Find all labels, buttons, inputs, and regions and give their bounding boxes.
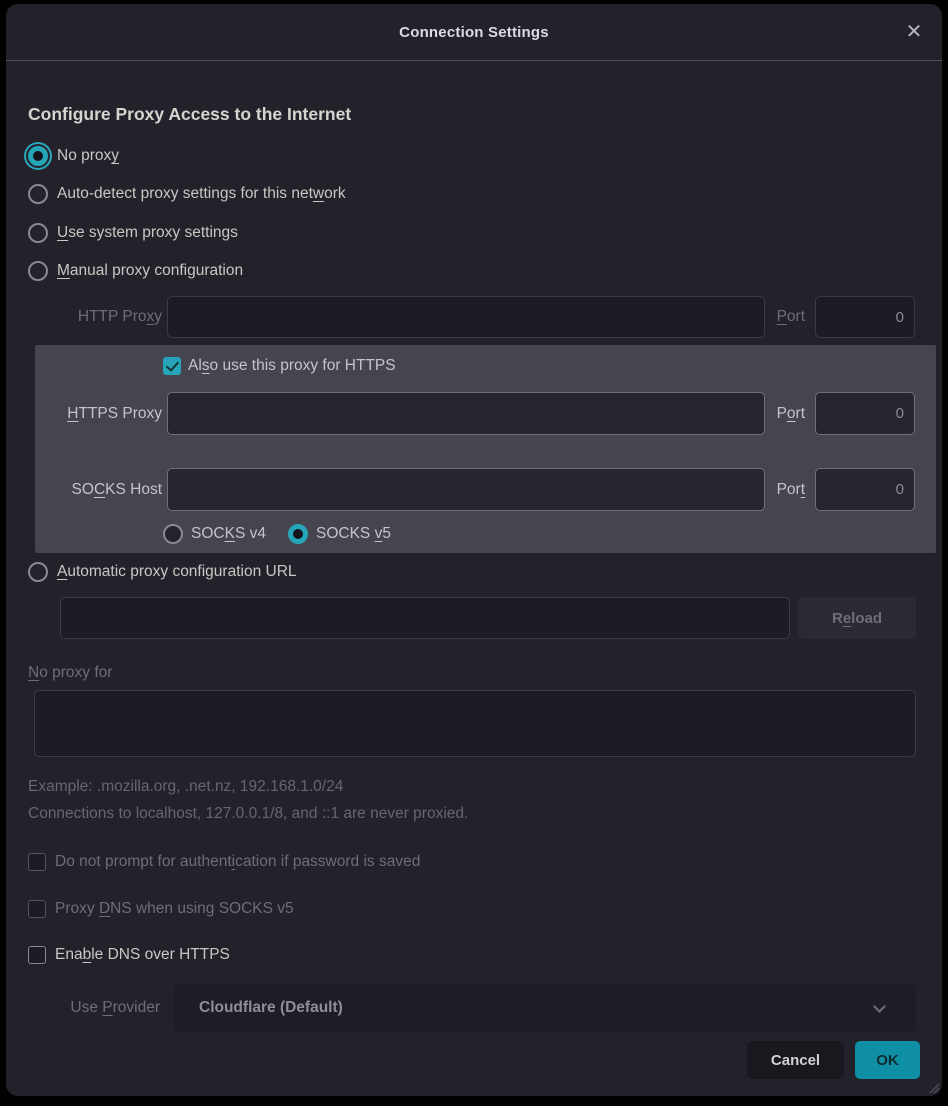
radio-icon bbox=[28, 223, 48, 243]
radio-use-system[interactable]: Use system proxy settings bbox=[28, 219, 238, 247]
https-port-input[interactable] bbox=[815, 392, 915, 435]
provider-selected-value: Cloudflare (Default) bbox=[199, 999, 343, 1017]
dialog-title: Connection Settings bbox=[399, 24, 549, 41]
no-proxy-for-textarea[interactable] bbox=[34, 690, 916, 757]
https-proxy-label: HTTPS Proxy bbox=[28, 392, 162, 435]
checkbox-icon bbox=[28, 900, 46, 918]
cancel-button[interactable]: Cancel bbox=[747, 1041, 844, 1079]
automatic-proxy-label: Automatic proxy configuration URL bbox=[57, 563, 297, 581]
no-proxy-note-text: Connections to localhost, 127.0.0.1/8, a… bbox=[28, 805, 468, 823]
chevron-down-icon bbox=[873, 1000, 886, 1013]
resize-grip[interactable] bbox=[924, 1078, 940, 1094]
checkbox-proxy-dns[interactable]: Proxy DNS when using SOCKS v5 bbox=[28, 896, 294, 922]
no-proxy-for-label: No proxy for bbox=[28, 661, 112, 685]
radio-icon bbox=[163, 524, 183, 544]
socks-port-input[interactable] bbox=[815, 468, 915, 511]
provider-select[interactable]: Cloudflare (Default) bbox=[173, 984, 916, 1032]
proxy-dns-label: Proxy DNS when using SOCKS v5 bbox=[55, 900, 294, 918]
radio-socks-v5[interactable]: SOCKS v5 bbox=[288, 522, 391, 546]
socks-v4-label: SOCKS v4 bbox=[191, 525, 266, 543]
checkbox-icon bbox=[28, 853, 46, 871]
http-port-label: Port bbox=[739, 296, 805, 338]
close-icon[interactable]: ✕ bbox=[900, 17, 928, 45]
socks-host-input[interactable] bbox=[167, 468, 765, 511]
radio-manual-proxy[interactable]: Manual proxy configuration bbox=[28, 257, 243, 285]
radio-manual-proxy-label: Manual proxy configuration bbox=[57, 262, 243, 280]
http-proxy-input[interactable] bbox=[167, 296, 765, 338]
socks-port-label: Port bbox=[739, 468, 805, 511]
reload-button[interactable]: Reload bbox=[798, 597, 916, 639]
radio-icon bbox=[28, 562, 48, 582]
ok-button[interactable]: OK bbox=[855, 1041, 920, 1079]
radio-socks-v4[interactable]: SOCKS v4 bbox=[163, 522, 266, 546]
https-proxy-input[interactable] bbox=[167, 392, 765, 435]
checkbox-icon bbox=[28, 946, 46, 964]
connection-settings-dialog: Connection Settings ✕ Configure Proxy Ac… bbox=[6, 4, 942, 1096]
socks-v5-label: SOCKS v5 bbox=[316, 525, 391, 543]
radio-automatic-proxy[interactable]: Automatic proxy configuration URL bbox=[28, 558, 297, 586]
enable-doh-label: Enable DNS over HTTPS bbox=[55, 946, 230, 964]
also-use-https-label: Also use this proxy for HTTPS bbox=[188, 357, 396, 375]
page-title: Configure Proxy Access to the Internet bbox=[28, 104, 351, 125]
no-proxy-example-text: Example: .mozilla.org, .net.nz, 192.168.… bbox=[28, 778, 343, 796]
checkbox-also-use-https[interactable]: Also use this proxy for HTTPS bbox=[163, 354, 396, 378]
radio-use-system-label: Use system proxy settings bbox=[57, 224, 238, 242]
radio-auto-detect[interactable]: Auto-detect proxy settings for this netw… bbox=[28, 180, 346, 208]
proxy-url-input[interactable] bbox=[60, 597, 790, 639]
radio-selected-icon bbox=[288, 524, 308, 544]
radio-selected-icon bbox=[28, 146, 48, 166]
radio-icon bbox=[28, 261, 48, 281]
radio-no-proxy[interactable]: No proxy bbox=[28, 142, 119, 170]
checked-checkbox-icon bbox=[163, 357, 181, 375]
no-prompt-auth-label: Do not prompt for authentication if pass… bbox=[55, 853, 420, 871]
checkbox-enable-doh[interactable]: Enable DNS over HTTPS bbox=[28, 942, 230, 968]
checkbox-no-prompt-auth[interactable]: Do not prompt for authentication if pass… bbox=[28, 849, 420, 875]
use-provider-label: Use Provider bbox=[28, 984, 160, 1032]
socks-host-label: SOCKS Host bbox=[28, 468, 162, 511]
radio-no-proxy-label: No proxy bbox=[57, 147, 119, 165]
https-port-label: Port bbox=[739, 392, 805, 435]
titlebar: Connection Settings ✕ bbox=[6, 4, 942, 61]
http-proxy-label: HTTP Proxy bbox=[28, 296, 162, 338]
http-port-input[interactable] bbox=[815, 296, 915, 338]
radio-icon bbox=[28, 184, 48, 204]
radio-auto-detect-label: Auto-detect proxy settings for this netw… bbox=[57, 185, 346, 203]
